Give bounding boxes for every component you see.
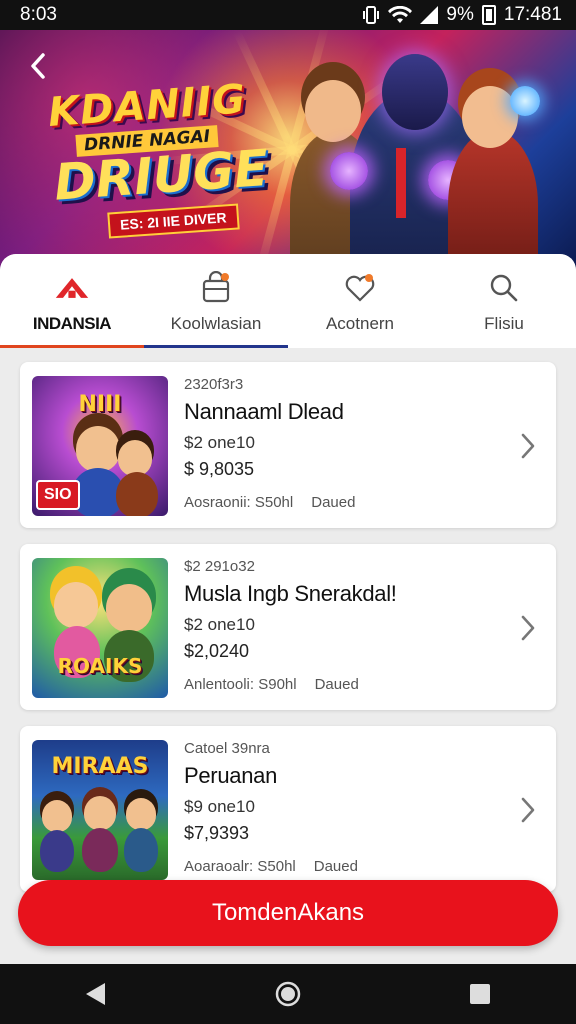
- tab-bar: INDANSIA Koolwlasian Acotnern Flisiu: [0, 254, 576, 348]
- character-head: [84, 796, 116, 830]
- thumbnail-title: MIRAAS: [51, 754, 149, 779]
- square-recents-icon: [470, 984, 490, 1004]
- system-nav-bar: [0, 964, 576, 1024]
- status-time: 8:03: [20, 4, 57, 25]
- tab-active-indicator: [0, 345, 144, 348]
- magic-orb-left: [330, 152, 368, 190]
- item-meta-left: Aosraonii: S50hl: [184, 494, 294, 511]
- chevron-right-icon: [520, 796, 536, 829]
- game-thumbnail: NIII SIO: [32, 376, 168, 516]
- logo-title-top: KDANIIG: [46, 76, 248, 136]
- status-bar: 8:03 9% 17:481: [0, 0, 576, 30]
- tab-indansia[interactable]: INDANSIA: [0, 254, 144, 348]
- wifi-icon: [388, 6, 413, 24]
- item-meta-left: Aoaraoalr: S50hl: [184, 858, 296, 875]
- battery-percent: 9%: [446, 4, 474, 25]
- item-info: $2 291o32 Musla Ingb Snerakdal! $2 one10…: [184, 558, 504, 693]
- item-price: $2,0240: [184, 641, 250, 661]
- character-head: [54, 582, 98, 628]
- item-info: Catoel 39nra Peruanan $9 one10 $7,9393 A…: [184, 740, 504, 875]
- item-meta-right: Daued: [313, 858, 358, 875]
- tab-label: Acotnern: [325, 314, 395, 333]
- item-name: Musla Ingb Snerakdal!: [184, 581, 397, 606]
- item-price: $ 9,8035: [184, 459, 255, 479]
- item-name: Nannaaml Dlead: [184, 399, 344, 424]
- nav-back-button[interactable]: [76, 974, 116, 1014]
- magic-orb-blue: [510, 86, 540, 116]
- item-name: Peruanan: [184, 763, 278, 788]
- chevron-right-icon: [520, 614, 536, 647]
- thumbnail-title: ROAIKS: [57, 654, 143, 678]
- back-button[interactable]: [20, 48, 56, 84]
- item-code: 2320f3r3: [184, 376, 244, 393]
- home-icon: [54, 270, 90, 306]
- game-logo: KDANIIG DRNIE NAGAI DRIUGE ES: 2I IIE DI…: [47, 76, 278, 239]
- item-line: $2 one10: [184, 615, 255, 634]
- bag-icon: [198, 270, 234, 306]
- tab-label: Flisiu: [484, 314, 524, 333]
- chevron-right-icon: [520, 432, 536, 465]
- search-icon: [486, 270, 522, 306]
- tab-acotnern[interactable]: Acotnern: [288, 254, 432, 348]
- item-price: $7,9393: [184, 823, 250, 843]
- hero-banner: KDANIIG DRNIE NAGAI DRIUGE ES: 2I IIE DI…: [0, 30, 576, 270]
- vibrate-icon: [362, 5, 380, 25]
- item-line: $2 one10: [184, 433, 255, 452]
- circle-home-icon: [275, 981, 301, 1007]
- signal-icon: [420, 6, 439, 24]
- character-head: [106, 584, 152, 632]
- hero-left-head: [305, 80, 361, 142]
- hero-tie: [396, 148, 406, 218]
- item-meta: Aoaraoalr: S50hl Daued: [184, 858, 504, 875]
- logo-tagline: ES: 2I IIE DIVER: [107, 203, 240, 239]
- character-body: [82, 828, 118, 872]
- tab-label: INDANSIA: [32, 314, 112, 333]
- character-head: [76, 426, 120, 472]
- tab-flisiu[interactable]: Flisiu: [432, 254, 576, 348]
- tab-koolwlasian[interactable]: Koolwlasian: [144, 254, 288, 348]
- character-body: [116, 472, 158, 516]
- game-list: NIII SIO 2320f3r3 Nannaaml Dlead $2 one1…: [0, 348, 576, 892]
- list-item[interactable]: ROAIKS $2 291o32 Musla Ingb Snerakdal! $…: [20, 544, 556, 710]
- game-thumbnail: MIRAAS: [32, 740, 168, 880]
- app-screen: 8:03 9% 17:481 KDANIIG DRNIE NAGAI DRIUG…: [0, 0, 576, 1024]
- item-code: $2 291o32: [184, 558, 255, 575]
- hero-center-mask: [382, 54, 448, 130]
- tab-secondary-indicator: [144, 345, 288, 348]
- character-head: [118, 440, 152, 476]
- list-item[interactable]: NIII SIO 2320f3r3 Nannaaml Dlead $2 one1…: [20, 362, 556, 528]
- status-clock: 17:481: [503, 4, 562, 25]
- item-line: $9 one10: [184, 797, 255, 816]
- thumbnail-badge: SIO: [36, 480, 80, 510]
- item-meta-right: Daued: [311, 494, 356, 511]
- heart-icon: [342, 270, 378, 306]
- content-sheet: INDANSIA Koolwlasian Acotnern Flisiu NII…: [0, 254, 576, 964]
- game-thumbnail: ROAIKS: [32, 558, 168, 698]
- item-meta: Anlentooli: S90hl Daued: [184, 676, 504, 693]
- character-head: [42, 800, 72, 832]
- triangle-back-icon: [86, 983, 105, 1005]
- item-meta-left: Anlentooli: S90hl: [184, 676, 297, 693]
- hero-right-head: [462, 86, 518, 148]
- battery-icon: [481, 5, 496, 25]
- tab-label: Koolwlasian: [170, 314, 262, 333]
- status-icons: 9% 17:481: [362, 4, 562, 26]
- item-meta: Aosraonii: S50hl Daued: [184, 494, 504, 511]
- character-head: [126, 798, 156, 830]
- item-meta-right: Daued: [314, 676, 359, 693]
- thumbnail-title: NIII: [78, 392, 122, 417]
- chevron-left-icon: [31, 53, 45, 79]
- character-body: [124, 828, 158, 872]
- item-code: Catoel 39nra: [184, 740, 270, 757]
- nav-recents-button[interactable]: [460, 974, 500, 1014]
- hero-right-body: [448, 130, 538, 270]
- primary-cta-button[interactable]: TomdenAkans: [18, 880, 558, 946]
- list-item[interactable]: MIRAAS Catoel 39nra Peruanan $9 one10 $7…: [20, 726, 556, 892]
- nav-home-button[interactable]: [268, 974, 308, 1014]
- item-info: 2320f3r3 Nannaaml Dlead $2 one10 $ 9,803…: [184, 376, 504, 511]
- character-body: [40, 830, 74, 872]
